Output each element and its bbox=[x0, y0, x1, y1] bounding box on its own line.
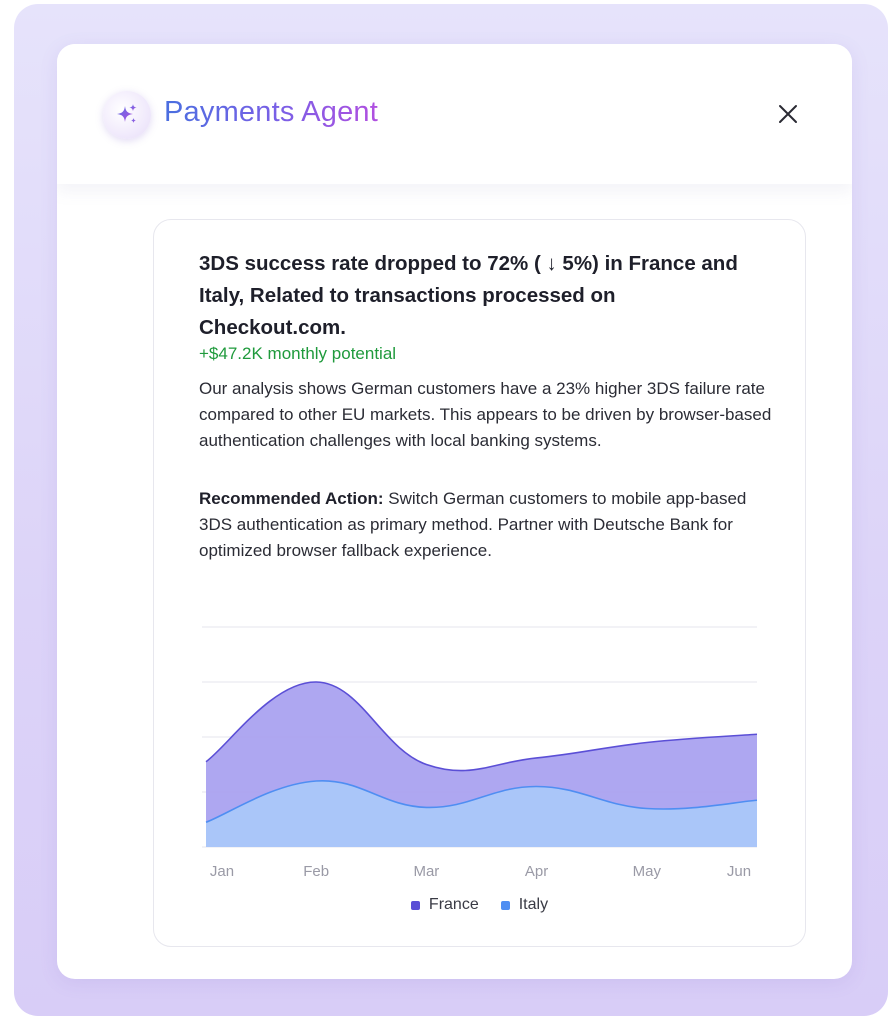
area-chart: Jan Feb Mar Apr May Jun bbox=[202, 626, 758, 880]
sparkles-icon bbox=[103, 91, 151, 139]
legend-swatch bbox=[410, 900, 420, 910]
x-tick-label: Feb bbox=[303, 863, 329, 880]
x-tick-label: Jan bbox=[210, 863, 234, 880]
panel-title: Payments Agent bbox=[164, 96, 378, 128]
legend-item-france[interactable]: France bbox=[410, 896, 479, 914]
chart-legend: France Italy bbox=[154, 896, 805, 914]
panel-header: Payments Agent bbox=[57, 44, 852, 184]
legend-swatch bbox=[500, 900, 510, 910]
x-tick-label: Jun bbox=[727, 863, 751, 880]
legend-label: Italy bbox=[518, 896, 549, 913]
legend-item-italy[interactable]: Italy bbox=[500, 896, 549, 914]
insight-card: 3DS success rate dropped to 72% ( ↓ 5%) … bbox=[153, 219, 806, 947]
x-tick-label: Apr bbox=[525, 863, 548, 880]
legend-label: France bbox=[428, 896, 479, 913]
agent-panel: Payments Agent 3DS success rate dropped … bbox=[57, 44, 852, 979]
close-icon[interactable] bbox=[776, 102, 800, 126]
x-tick-label: May bbox=[633, 863, 662, 880]
x-tick-label: Mar bbox=[413, 863, 439, 880]
